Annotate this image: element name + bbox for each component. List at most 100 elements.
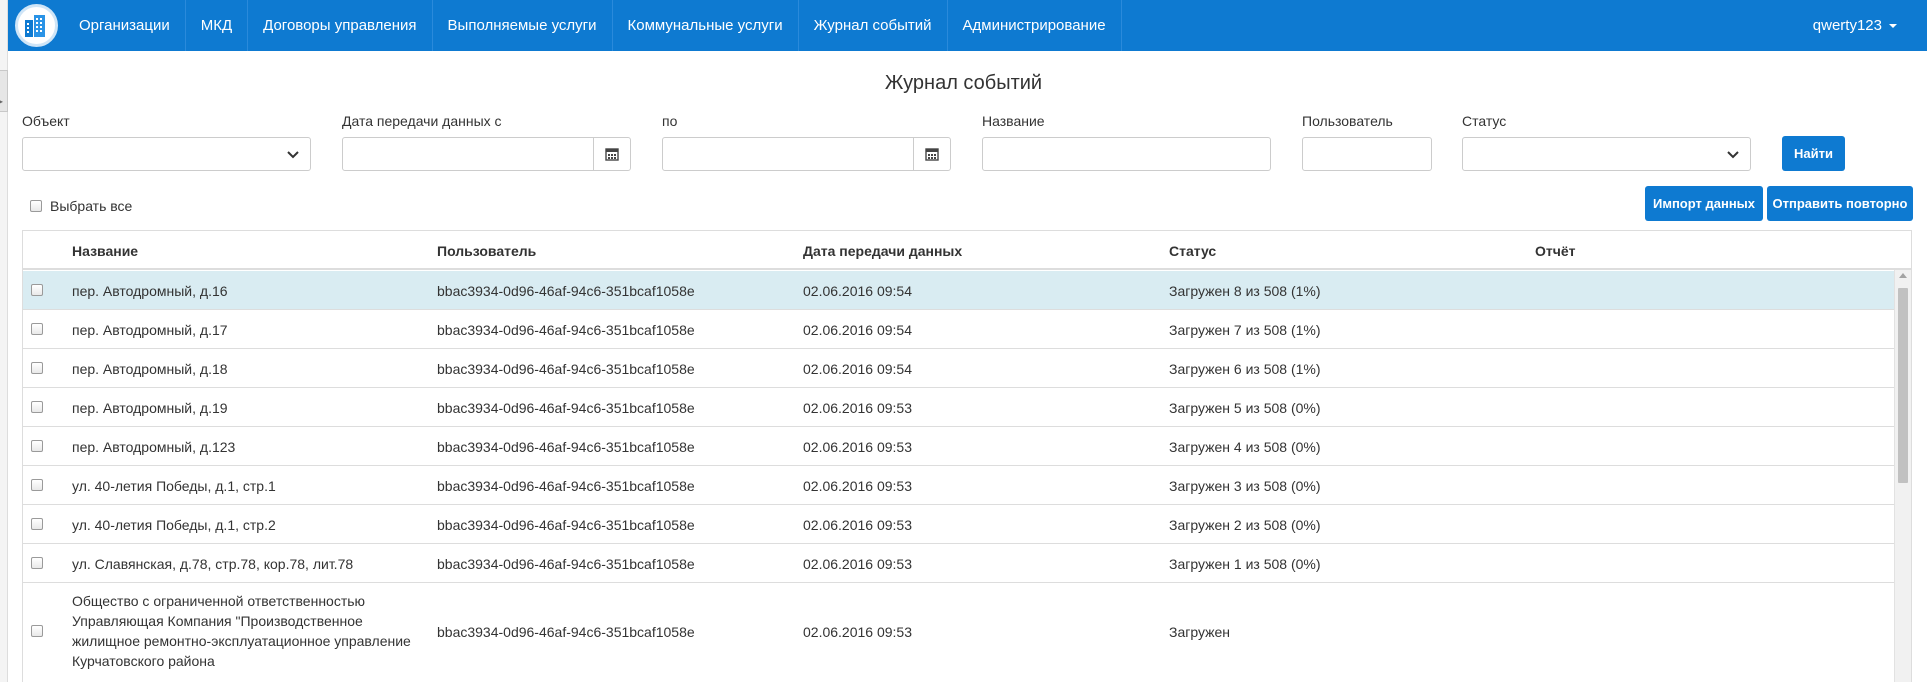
table-row[interactable]: пер. Автодромный, д.17 bbac3934-0d96-46a…: [23, 310, 1895, 349]
table-row[interactable]: ул. 40-летия Победы, д.1, стр.2 bbac3934…: [23, 505, 1895, 544]
column-header-name[interactable]: Название: [72, 243, 138, 259]
status-filter-label: Статус: [1462, 113, 1507, 129]
row-user: bbac3934-0d96-46af-94c6-351bcaf1058e: [437, 283, 695, 299]
column-header-report[interactable]: Отчёт: [1535, 243, 1576, 259]
nav-event-log[interactable]: Журнал событий: [799, 0, 948, 51]
row-user: bbac3934-0d96-46af-94c6-351bcaf1058e: [437, 556, 695, 572]
chevron-down-icon: [287, 151, 299, 159]
user-filter-input[interactable]: [1302, 137, 1432, 171]
row-checkbox[interactable]: [31, 625, 43, 637]
logo[interactable]: [8, 0, 64, 51]
row-date: 02.06.2016 09:54: [803, 361, 912, 377]
nav-administration[interactable]: Администрирование: [948, 0, 1122, 51]
row-name: ул. Славянская, д.78, стр.78, кор.78, ли…: [72, 556, 354, 572]
row-date: 02.06.2016 09:53: [803, 556, 912, 572]
select-all-checkbox[interactable]: [30, 200, 42, 212]
column-header-date[interactable]: Дата передачи данных: [803, 243, 962, 259]
select-all[interactable]: Выбрать все: [30, 198, 132, 214]
user-filter-label: Пользователь: [1302, 113, 1393, 129]
row-checkbox[interactable]: [31, 440, 43, 452]
row-user: bbac3934-0d96-46af-94c6-351bcaf1058e: [437, 400, 695, 416]
table-row[interactable]: ул. Славянская, д.78, стр.78, кор.78, ли…: [23, 544, 1895, 583]
table-row[interactable]: пер. Автодромный, д.18 bbac3934-0d96-46a…: [23, 349, 1895, 388]
row-status: Загружен 6 из 508 (1%): [1169, 361, 1321, 377]
row-user: bbac3934-0d96-46af-94c6-351bcaf1058e: [437, 322, 695, 338]
name-filter-label: Название: [982, 113, 1045, 129]
date-to-field[interactable]: [662, 137, 951, 171]
column-header-status[interactable]: Статус: [1169, 243, 1216, 259]
row-name: пер. Автодромный, д.123: [72, 439, 236, 455]
row-checkbox[interactable]: [31, 557, 43, 569]
nav-performed-services[interactable]: Выполняемые услуги: [433, 0, 613, 51]
object-select[interactable]: [22, 137, 311, 171]
row-user: bbac3934-0d96-46af-94c6-351bcaf1058e: [437, 478, 695, 494]
row-status: Загружен 1 из 508 (0%): [1169, 556, 1321, 572]
row-checkbox[interactable]: [31, 479, 43, 491]
object-filter-label: Объект: [22, 113, 70, 129]
find-button[interactable]: Найти: [1782, 136, 1845, 171]
date-to-calendar-button[interactable]: [913, 138, 950, 170]
row-name: ул. 40-летия Победы, д.1, стр.1: [72, 478, 276, 494]
resend-button[interactable]: Отправить повторно: [1767, 186, 1913, 221]
row-name: пер. Автодромный, д.18: [72, 361, 228, 377]
row-checkbox[interactable]: [31, 284, 43, 296]
row-status: Загружен 4 из 508 (0%): [1169, 439, 1321, 455]
table-row[interactable]: Общество с ограниченной ответственностью…: [23, 583, 1895, 682]
row-name: пер. Автодромный, д.19: [72, 400, 228, 416]
scroll-up-arrow-icon[interactable]: [1899, 273, 1907, 278]
row-date: 02.06.2016 09:54: [803, 322, 912, 338]
row-user: bbac3934-0d96-46af-94c6-351bcaf1058e: [437, 439, 695, 455]
row-date: 02.06.2016 09:53: [803, 439, 912, 455]
calendar-icon: [605, 148, 619, 161]
page-title: Журнал событий: [884, 72, 1043, 94]
row-user: bbac3934-0d96-46af-94c6-351bcaf1058e: [437, 361, 695, 377]
date-from-calendar-button[interactable]: [593, 138, 630, 170]
table-row[interactable]: ул. 40-летия Победы, д.1, стр.1 bbac3934…: [23, 466, 1895, 505]
row-date: 02.06.2016 09:53: [803, 400, 912, 416]
row-status: Загружен 2 из 508 (0%): [1169, 517, 1321, 533]
user-menu[interactable]: qwerty123: [1798, 0, 1927, 51]
table-scrollbar[interactable]: [1894, 270, 1911, 682]
row-checkbox[interactable]: [31, 518, 43, 530]
row-checkbox[interactable]: [31, 323, 43, 335]
row-date: 02.06.2016 09:53: [803, 478, 912, 494]
row-name: Общество с ограниченной ответственностью…: [72, 593, 411, 669]
user-name: qwerty123: [1812, 17, 1882, 34]
row-date: 02.06.2016 09:53: [803, 624, 912, 640]
row-name: ул. 40-летия Победы, д.1, стр.2: [72, 517, 276, 533]
nav-management-contracts[interactable]: Договоры управления: [248, 0, 433, 51]
chevron-down-icon: [1727, 151, 1739, 159]
events-table: Название Пользователь Дата передачи данн…: [22, 230, 1912, 682]
select-all-label: Выбрать все: [50, 198, 133, 214]
table-row[interactable]: пер. Автодромный, д.16 bbac3934-0d96-46a…: [23, 271, 1895, 310]
row-user: bbac3934-0d96-46af-94c6-351bcaf1058e: [437, 517, 695, 533]
building-logo-icon: [14, 4, 58, 47]
row-checkbox[interactable]: [31, 401, 43, 413]
date-from-field[interactable]: [342, 137, 631, 171]
date-from-label: Дата передачи данных с: [342, 113, 502, 129]
scrollbar-thumb[interactable]: [1898, 288, 1908, 483]
row-name: пер. Автодромный, д.17: [72, 322, 228, 338]
import-data-button[interactable]: Импорт данных: [1645, 186, 1763, 221]
row-status: Загружен 8 из 508 (1%): [1169, 283, 1321, 299]
row-date: 02.06.2016 09:53: [803, 517, 912, 533]
table-header: Название Пользователь Дата передачи данн…: [23, 231, 1911, 270]
date-to-label: по: [662, 113, 678, 129]
row-name: пер. Автодромный, д.16: [72, 283, 228, 299]
caret-down-icon: [1889, 23, 1897, 28]
table-row[interactable]: пер. Автодромный, д.19 bbac3934-0d96-46a…: [23, 388, 1895, 427]
row-status: Загружен 7 из 508 (1%): [1169, 322, 1321, 338]
status-select[interactable]: [1462, 137, 1751, 171]
table-row[interactable]: пер. Автодромный, д.123 bbac3934-0d96-46…: [23, 427, 1895, 466]
top-navbar: Организации МКД Договоры управления Выпо…: [8, 0, 1927, 51]
nav-utility-services[interactable]: Коммунальные услуги: [613, 0, 799, 51]
row-status: Загружен 3 из 508 (0%): [1169, 478, 1321, 494]
nav-mkd[interactable]: МКД: [186, 0, 249, 51]
row-checkbox[interactable]: [31, 362, 43, 374]
name-filter-input[interactable]: [982, 137, 1271, 171]
row-status: Загружен: [1169, 624, 1231, 640]
column-header-user[interactable]: Пользователь: [437, 243, 536, 259]
row-user: bbac3934-0d96-46af-94c6-351bcaf1058e: [437, 624, 695, 640]
nav-organizations[interactable]: Организации: [64, 0, 186, 51]
